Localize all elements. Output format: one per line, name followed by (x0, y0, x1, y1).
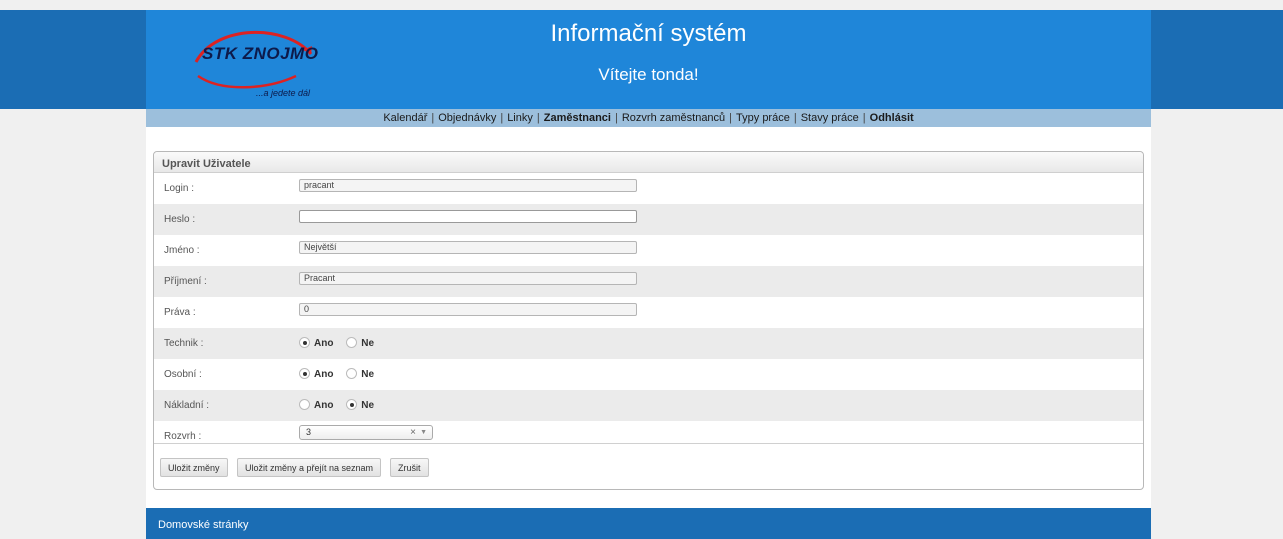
technik-yes-radio[interactable] (299, 337, 310, 348)
form-row-technik: Technik : Ano Ne (154, 328, 1143, 359)
welcome-text: Vítejte tonda! (598, 65, 699, 84)
prijmeni-label: Příjmení : (164, 276, 207, 287)
nakladni-label: Nákladní : (164, 400, 210, 411)
menu-item-typy-prace[interactable]: Typy práce (736, 112, 790, 124)
nakladni-yes-radio[interactable] (299, 399, 310, 410)
technik-label: Technik : (164, 338, 204, 349)
save-button[interactable]: Uložit změny (160, 458, 228, 477)
osobni-yes-option[interactable]: Ano (299, 368, 333, 380)
password-field[interactable] (299, 210, 637, 223)
clear-icon[interactable]: × (410, 426, 416, 439)
menu-item-linky[interactable]: Linky (507, 112, 533, 124)
site-title: Informační systém (550, 20, 747, 47)
form-actions: Uložit změny Uložit změny a přejít na se… (154, 443, 1143, 490)
menu-item-objednavky[interactable]: Objednávky (438, 112, 496, 124)
osobni-label: Osobní : (164, 369, 202, 380)
technik-no-option[interactable]: Ne (346, 337, 374, 349)
form-row-prijmeni: Příjmení : Pracant (154, 266, 1143, 297)
header: STK ZNOJMO ...a jedete dál Informační sy… (146, 10, 1151, 109)
technik-yes-label: Ano (314, 338, 334, 349)
technik-yes-option[interactable]: Ano (299, 337, 333, 349)
main-menu: Kalendář | Objednávky | Linky | Zaměstnanci | Ro… (146, 109, 1151, 127)
cancel-button[interactable]: Zrušit (390, 458, 429, 477)
nakladni-yes-label: Ano (314, 400, 334, 411)
rozvrh-label: Rozvrh : (164, 431, 202, 442)
technik-radios: Ano Ne (299, 337, 384, 349)
form-row-osobni: Osobní : Ano Ne (154, 359, 1143, 390)
form-row-jmeno: Jméno : Největší (154, 235, 1143, 266)
rights-field[interactable]: 0 (299, 303, 637, 316)
footer-home-link[interactable]: Domovské stránky (158, 519, 248, 531)
menu-item-stavy-prace[interactable]: Stavy práce (801, 112, 859, 124)
menu-item-zamestnanci[interactable]: Zaměstnanci (544, 112, 611, 124)
heslo-label: Heslo : (164, 214, 196, 225)
nakladni-no-radio[interactable] (346, 399, 358, 410)
last-name-field[interactable]: Pracant (299, 272, 637, 285)
login-label: Login : (164, 183, 195, 194)
panel-title: Upravit Uživatele (154, 152, 1143, 173)
logo-tagline: ...a jedete dál (256, 88, 311, 98)
technik-no-label: Ne (361, 338, 375, 349)
edit-user-panel: Upravit Uživatele Login : pracant Heslo … (153, 151, 1144, 490)
menu-item-kalendar[interactable]: Kalendář (383, 112, 427, 124)
schedule-select[interactable]: 3 × ▼ (299, 425, 433, 440)
osobni-radios: Ano Ne (299, 368, 384, 380)
footer: Domovské stránky (146, 508, 1151, 539)
osobni-no-option[interactable]: Ne (346, 368, 374, 380)
menu-item-rozvrh[interactable]: Rozvrh zaměstnanců (622, 112, 725, 124)
login-field[interactable]: pracant (299, 179, 637, 192)
form-row-heslo: Heslo : (154, 204, 1143, 235)
save-and-list-button[interactable]: Uložit změny a přejít na seznam (237, 458, 382, 477)
osobni-no-radio[interactable] (346, 368, 358, 379)
chevron-down-icon[interactable]: ▼ (420, 426, 427, 439)
nakladni-yes-option[interactable]: Ano (299, 399, 333, 411)
page: STK ZNOJMO ...a jedete dál Informační sy… (146, 10, 1151, 539)
jmeno-label: Jméno : (164, 245, 200, 256)
osobni-no-label: Ne (361, 369, 375, 380)
first-name-field[interactable]: Největší (299, 241, 637, 254)
technik-no-radio[interactable] (346, 337, 358, 348)
form-row-nakladni: Nákladní : Ano Ne (154, 390, 1143, 421)
schedule-value: 3 (306, 427, 312, 437)
nakladni-radios: Ano Ne (299, 399, 384, 411)
osobni-yes-label: Ano (314, 369, 334, 380)
nakladni-no-option[interactable]: Ne (346, 399, 374, 411)
prava-label: Práva : (164, 307, 196, 318)
form-row-prava: Práva : 0 (154, 297, 1143, 328)
menu-item-odhlasit[interactable]: Odhlásit (870, 112, 914, 124)
nakladni-no-label: Ne (361, 400, 375, 411)
osobni-yes-radio[interactable] (299, 368, 310, 379)
form-row-login: Login : pracant (154, 173, 1143, 204)
